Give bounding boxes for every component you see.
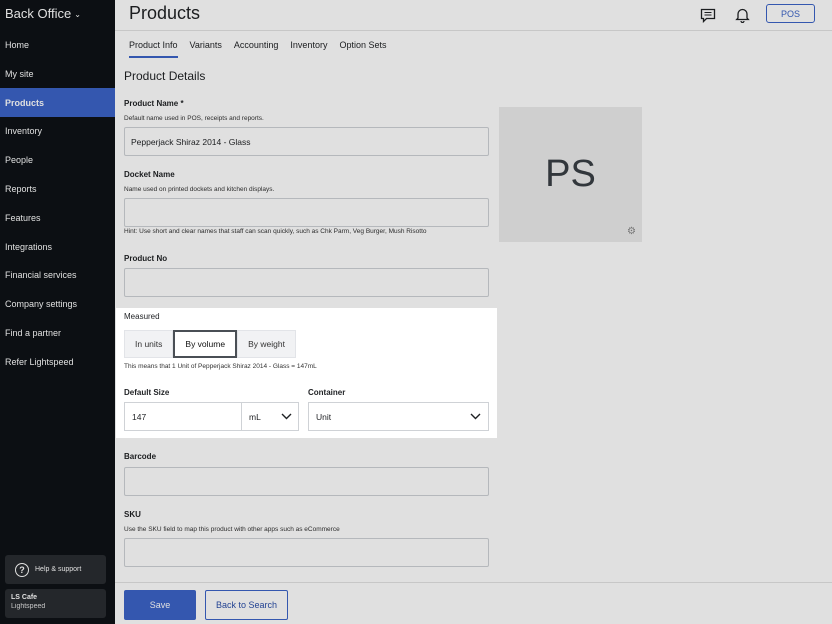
page-title: Products xyxy=(129,3,201,23)
sidebar-item-my-site[interactable]: My site xyxy=(0,59,115,88)
account-switcher[interactable]: LS Cafe Lightspeed xyxy=(5,589,106,618)
product-tabs: Product Info Variants Accounting Invento… xyxy=(129,40,386,58)
default-size-label: Default Size xyxy=(124,388,170,397)
tab-option-sets[interactable]: Option Sets xyxy=(339,40,386,58)
sidebar-item-label: Find a partner xyxy=(5,327,62,338)
sidebar-item-products[interactable]: Products xyxy=(0,88,115,117)
sidebar-item-features[interactable]: Features xyxy=(0,203,115,232)
sidebar-item-financial-services[interactable]: Financial services xyxy=(0,260,115,289)
sidebar-item-inventory[interactable]: Inventory xyxy=(0,116,115,145)
measure-in-units-button[interactable]: In units xyxy=(124,330,174,358)
product-name-input[interactable]: Pepperjack Shiraz 2014 - Glass xyxy=(124,127,489,156)
sidebar-item-label: Refer Lightspeed xyxy=(5,356,74,367)
sidebar-item-label: Inventory xyxy=(5,125,43,136)
measure-note: This means that 1 Unit of Pepperjack Shi… xyxy=(124,363,317,370)
unit-select-value: mL xyxy=(249,411,261,422)
barcode-input[interactable] xyxy=(124,467,489,496)
product-no-input[interactable] xyxy=(124,268,489,297)
sidebar-item-label: Reports xyxy=(5,183,37,194)
container-select[interactable]: Unit xyxy=(308,402,489,431)
tab-accounting[interactable]: Accounting xyxy=(234,40,279,58)
back-to-search-button[interactable]: Back to Search xyxy=(205,590,288,620)
sidebar: Back Office ⌄ Home My site Products Inve… xyxy=(0,0,115,624)
save-button[interactable]: Save xyxy=(124,590,196,620)
brand-menu[interactable]: Back Office ⌄ xyxy=(5,6,81,21)
section-title: Product Details xyxy=(124,69,206,83)
account-name: LS Cafe xyxy=(11,594,38,601)
unit-select[interactable]: mL xyxy=(241,402,299,431)
barcode-label: Barcode xyxy=(124,452,157,461)
pos-button[interactable]: POS xyxy=(766,4,815,23)
chevron-down-icon: ⌄ xyxy=(74,10,81,19)
sidebar-item-refer-lightspeed[interactable]: Refer Lightspeed xyxy=(0,347,115,376)
sidebar-item-label: My site xyxy=(5,68,34,79)
sidebar-item-people[interactable]: People xyxy=(0,145,115,174)
sidebar-item-label: People xyxy=(5,154,34,165)
sku-label: SKU xyxy=(124,510,141,519)
product-name-help: Default name used in POS, receipts and r… xyxy=(124,115,264,122)
docket-name-label: Docket Name xyxy=(124,170,175,179)
measure-by-weight-button[interactable]: By weight xyxy=(237,330,296,358)
measure-by-volume-button[interactable]: By volume xyxy=(173,330,238,358)
sidebar-item-label: Integrations xyxy=(5,241,53,252)
tab-product-info[interactable]: Product Info xyxy=(129,40,178,58)
sidebar-item-integrations[interactable]: Integrations xyxy=(0,232,115,261)
default-size-input[interactable]: 147 xyxy=(124,402,242,431)
measured-segmented-control: In units By volume By weight xyxy=(124,330,296,358)
measured-label: Measured xyxy=(124,312,160,321)
sidebar-item-label: Financial services xyxy=(5,269,77,280)
sidebar-item-home[interactable]: Home xyxy=(0,30,115,59)
chevron-down-icon xyxy=(470,413,481,420)
bell-icon[interactable] xyxy=(732,5,752,25)
question-icon: ? xyxy=(15,562,29,577)
help-support-label: Help & support xyxy=(35,566,82,573)
product-initials: PS xyxy=(545,153,596,195)
measured-panel: Measured In units By volume By weight Th… xyxy=(116,308,497,438)
sidebar-item-find-a-partner[interactable]: Find a partner xyxy=(0,318,115,347)
sidebar-item-reports[interactable]: Reports xyxy=(0,174,115,203)
tab-variants[interactable]: Variants xyxy=(190,40,222,58)
account-subtitle: Lightspeed xyxy=(11,603,46,610)
top-header: Products POS xyxy=(115,0,832,31)
sidebar-item-label: Products xyxy=(5,97,45,108)
sku-help: Use the SKU field to map this product wi… xyxy=(124,526,340,533)
container-label: Container xyxy=(308,388,346,397)
gear-icon[interactable]: ⚙ xyxy=(627,226,636,237)
footer-bar: Save Back to Search xyxy=(115,582,832,624)
brand-title: Back Office xyxy=(5,6,72,21)
product-no-label: Product No xyxy=(124,254,168,263)
docket-name-input[interactable] xyxy=(124,198,489,227)
docket-name-help: Name used on printed dockets and kitchen… xyxy=(124,186,275,193)
docket-name-hint: Hint: Use short and clear names that sta… xyxy=(124,228,427,235)
product-image-placeholder[interactable]: PS ⚙ xyxy=(499,107,642,242)
sku-input[interactable] xyxy=(124,538,489,567)
sidebar-item-label: Features xyxy=(5,212,41,223)
chevron-down-icon xyxy=(281,413,292,420)
chat-icon[interactable] xyxy=(698,5,718,25)
tab-inventory[interactable]: Inventory xyxy=(290,40,327,58)
product-name-label: Product Name * xyxy=(124,99,184,108)
help-support-button[interactable]: ? Help & support xyxy=(5,555,106,584)
sidebar-item-label: Home xyxy=(5,39,30,50)
sidebar-item-label: Company settings xyxy=(5,298,78,309)
container-select-value: Unit xyxy=(316,411,332,422)
sidebar-item-company-settings[interactable]: Company settings xyxy=(0,289,115,318)
